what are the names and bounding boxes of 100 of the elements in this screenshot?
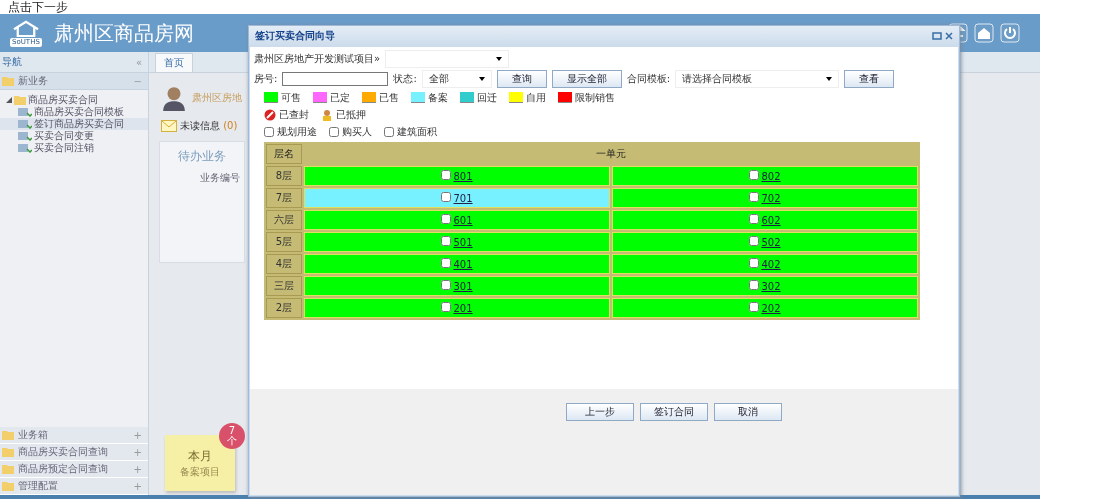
folder-icon <box>2 447 14 457</box>
tree-item[interactable]: 买卖合同变更 <box>0 130 148 142</box>
floor-cell: 三层 <box>266 276 302 296</box>
power-icon[interactable] <box>1000 23 1020 43</box>
sidebar-section[interactable]: 商品房预定合同查询 + <box>0 461 148 478</box>
room-link[interactable]: 301 <box>453 281 473 292</box>
document-icon <box>18 131 32 141</box>
note-title: 本月 <box>188 447 212 465</box>
room-checkbox[interactable] <box>441 302 452 312</box>
query-button[interactable]: 查询 <box>496 70 547 88</box>
dropdown-icon <box>478 77 485 81</box>
tab[interactable]: 首页 <box>155 53 193 72</box>
room-link[interactable]: 802 <box>761 171 781 182</box>
status-select[interactable]: 全部 <box>421 70 492 88</box>
user-avatar-icon <box>161 85 187 111</box>
floor-cell: 六层 <box>266 210 302 230</box>
legend-label: 备案 <box>428 90 448 105</box>
column-header: 层名 <box>266 144 302 164</box>
dialog-button[interactable]: 签订合同 <box>640 403 708 421</box>
user-name: 肃州区房地 <box>192 91 242 105</box>
status-label: 状态: <box>393 72 417 86</box>
room-input-field[interactable] <box>282 72 389 86</box>
legend-label: 限制销售 <box>575 90 615 105</box>
room-link[interactable]: 502 <box>761 237 781 248</box>
close-icon[interactable] <box>945 32 953 40</box>
room-link[interactable]: 201 <box>453 303 473 314</box>
dialog-button[interactable]: 取消 <box>714 403 782 421</box>
room-checkbox[interactable] <box>441 214 452 224</box>
home-icon[interactable] <box>974 23 994 43</box>
room-checkbox[interactable] <box>749 192 760 202</box>
system-title: 肃州区商品房网 <box>53 19 194 47</box>
room-checkbox[interactable] <box>749 258 760 268</box>
room-link[interactable]: 402 <box>761 259 781 270</box>
room-link[interactable]: 702 <box>761 193 781 204</box>
option-checkbox[interactable] <box>329 126 339 137</box>
legend-label: 可售 <box>281 90 301 105</box>
room-checkbox[interactable] <box>749 214 760 224</box>
tree-item[interactable]: 签订商品房买卖合同 <box>0 118 148 130</box>
room-link[interactable]: 302 <box>761 281 781 292</box>
room-link[interactable]: 202 <box>761 303 781 314</box>
room-checkbox[interactable] <box>441 280 452 290</box>
mail-icon <box>161 120 177 132</box>
dropdown-icon <box>496 57 503 61</box>
document-icon <box>18 143 32 153</box>
room-link[interactable]: 601 <box>453 215 473 226</box>
folder-icon <box>2 481 14 491</box>
template-select[interactable]: 请选择合同模板 <box>675 70 840 88</box>
view-button[interactable]: 查看 <box>844 70 895 88</box>
document-icon <box>18 107 32 117</box>
template-label: 合同模板: <box>626 72 671 86</box>
room-checkbox[interactable] <box>441 236 452 246</box>
legend-label: 已售 <box>379 90 399 105</box>
room-checkbox[interactable] <box>749 236 760 246</box>
section-label: 新业务 <box>18 74 49 88</box>
folder-icon <box>14 95 26 105</box>
option-label: 建筑面积 <box>397 124 437 139</box>
section-label: 业务箱 <box>18 428 49 442</box>
option-checkbox[interactable] <box>264 126 274 137</box>
room-link[interactable]: 401 <box>453 259 473 270</box>
show-all-button[interactable]: 显示全部 <box>551 70 622 88</box>
count-badge: 7 个 <box>219 423 245 449</box>
tree-item[interactable]: 买卖合同注销 <box>0 142 148 154</box>
dialog-title: 签订买卖合同向导 <box>255 29 336 43</box>
sidebar-section[interactable]: 业务箱 + <box>0 427 148 444</box>
room-link[interactable]: 801 <box>453 171 473 182</box>
room-checkbox[interactable] <box>749 302 760 312</box>
folder-icon <box>2 464 14 474</box>
sidebar-section[interactable]: 商品房买卖合同查询 + <box>0 444 148 461</box>
unread-link[interactable]: 未读信息 (0) <box>180 119 238 133</box>
floor-cell: 4层 <box>266 254 302 274</box>
dialog-button[interactable]: 上一步 <box>566 403 634 421</box>
room-checkbox[interactable] <box>749 280 760 290</box>
option-label: 购买人 <box>342 124 372 139</box>
section-label: 商品房买卖合同查询 <box>18 445 109 459</box>
room-link[interactable]: 701 <box>453 193 473 204</box>
sidebar-title: 导航 <box>2 55 22 69</box>
floor-cell: 2层 <box>266 298 302 318</box>
floor-cell: 8层 <box>266 166 302 186</box>
room-checkbox[interactable] <box>749 170 760 180</box>
dropdown-icon <box>826 77 833 81</box>
legend-label: 自用 <box>526 90 546 105</box>
note-subtitle: 备案项目 <box>180 464 220 479</box>
room-label: 房号: <box>254 72 278 86</box>
option-checkbox[interactable] <box>384 126 394 137</box>
sidebar-section[interactable]: 管理配置 + <box>0 478 148 495</box>
tree-item[interactable]: 商品房买卖合同 <box>0 94 148 106</box>
room-link[interactable]: 602 <box>761 215 781 226</box>
room-checkbox[interactable] <box>441 170 452 180</box>
person-icon <box>321 108 333 121</box>
section-label: 管理配置 <box>18 479 59 493</box>
room-link[interactable]: 501 <box>453 237 473 248</box>
document-icon <box>18 119 32 129</box>
sidebar-section[interactable]: 新业务 − <box>0 73 148 90</box>
room-checkbox[interactable] <box>441 192 452 202</box>
marker-label: 已查封 <box>279 107 309 122</box>
room-checkbox[interactable] <box>441 258 452 268</box>
maximize-icon[interactable] <box>932 32 942 40</box>
tree-item[interactable]: 商品房买卖合同模板 <box>0 106 148 118</box>
floor-cell: 7层 <box>266 188 302 208</box>
option-label: 规划用途 <box>277 124 317 139</box>
